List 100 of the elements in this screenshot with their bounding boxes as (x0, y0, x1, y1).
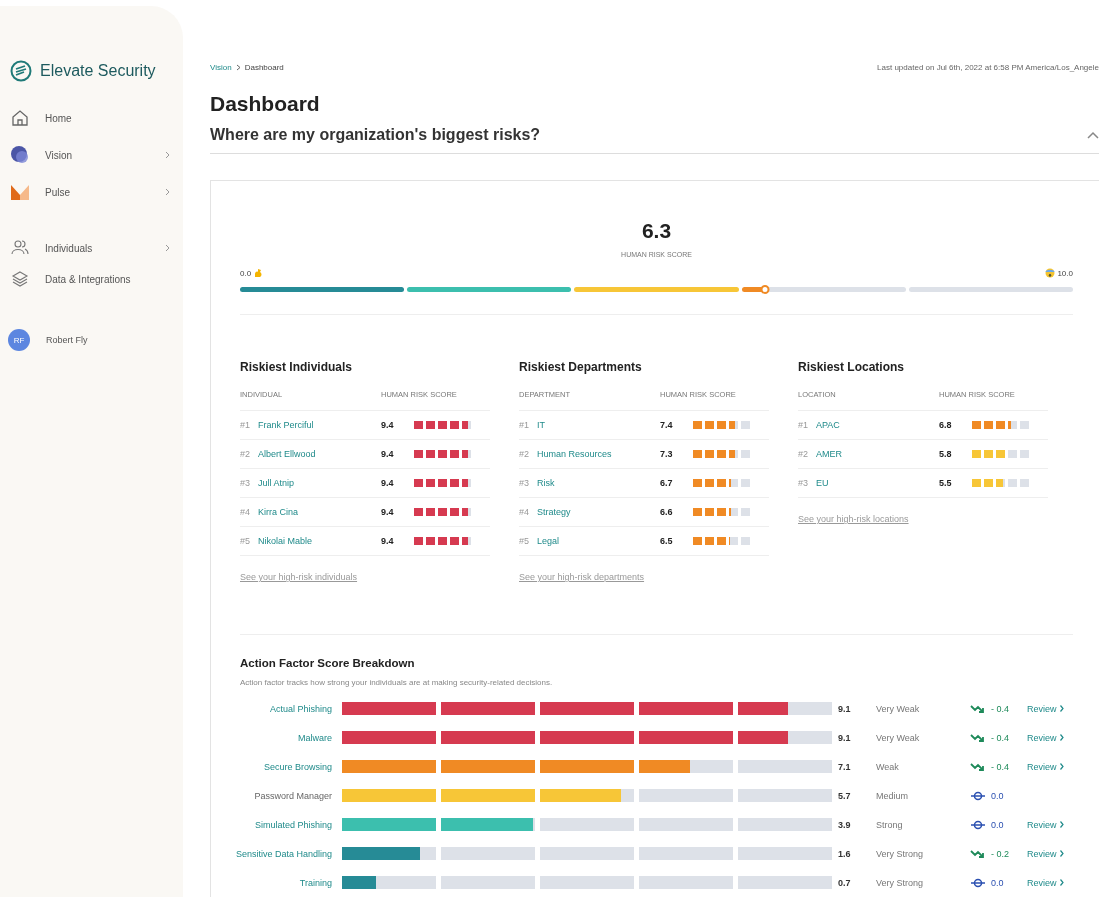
review-link[interactable]: Review (1027, 732, 1064, 743)
rank-text: #3 (519, 478, 529, 488)
score-text: 9.4 (381, 507, 395, 517)
name-link[interactable]: Strategy (537, 507, 571, 517)
name-link[interactable]: Nikolai Mable (258, 536, 313, 546)
score-text: 9.4 (381, 478, 395, 488)
score-text: 6.7 (660, 478, 674, 488)
trend-down-icon (970, 849, 986, 858)
rank-text: #3 (798, 478, 808, 488)
name-link[interactable]: AMER (816, 449, 843, 459)
circles-icon (10, 145, 30, 165)
rank-text: #5 (240, 536, 250, 546)
name-link[interactable]: APAC (816, 420, 840, 430)
trend-down-icon (970, 762, 986, 771)
trend-value: 0.0 (991, 819, 1004, 830)
review-link[interactable]: Review (1027, 703, 1064, 714)
name-link[interactable]: Human Resources (537, 449, 612, 459)
score-text: 5.7 (837, 790, 852, 801)
see-more-link[interactable]: See your high-risk locations (798, 514, 909, 524)
chevron-right-icon (1059, 734, 1064, 741)
factor-link[interactable]: Secure Browsing (210, 761, 332, 772)
factor-link[interactable]: Sensitive Data Handling (210, 848, 332, 859)
factor-link[interactable]: Actual Phishing (210, 703, 332, 714)
score-text: 1.6 (837, 848, 852, 859)
user-avatar: RF (8, 329, 30, 351)
rank-text: #1 (798, 420, 808, 430)
rating-text: Very Strong (876, 848, 925, 859)
brand-name: Elevate Security (40, 62, 156, 80)
trend-value: - 0.4 (991, 732, 1009, 743)
name-link[interactable]: EU (816, 478, 829, 488)
collapse-caret-icon[interactable] (1087, 131, 1099, 139)
rank-text: #3 (240, 478, 250, 488)
breadcrumb-link[interactable]: Vision (210, 62, 232, 72)
table-title: Riskiest Locations (798, 360, 906, 374)
review-link[interactable]: Review (1027, 848, 1064, 859)
name-link[interactable]: IT (537, 420, 545, 430)
table-title: Riskiest Individuals (240, 360, 354, 374)
score-text: 9.1 (837, 732, 852, 743)
rating-text: Very Strong (876, 877, 925, 888)
score-text: 0.7 (837, 877, 852, 888)
factor-link[interactable]: Simulated Phishing (210, 819, 332, 830)
trend-value: 0.0 (991, 877, 1004, 888)
sidebar-item[interactable]: Data & Integrations (0, 269, 183, 289)
score-text: 9.4 (381, 449, 395, 459)
rank-text: #4 (240, 507, 250, 517)
review-link[interactable]: Review (1027, 819, 1064, 830)
score-text: 6.8 (939, 420, 953, 430)
rank-text: #1 (519, 420, 529, 430)
home-icon (10, 108, 30, 128)
sidebar-item[interactable]: Pulse (0, 182, 183, 202)
score-text: 7.4 (660, 420, 674, 430)
sidebar-item[interactable]: Vision (0, 145, 183, 165)
risk-score-value: 6.3 (640, 219, 673, 243)
name-link[interactable]: Legal (537, 536, 560, 546)
score-text: 9.1 (837, 703, 852, 714)
trend-value: 0.0 (991, 790, 1004, 801)
breakdown-title: Action Factor Score Breakdown (240, 657, 416, 669)
name-link[interactable]: Frank Perciful (258, 420, 314, 430)
last-updated-text: Last updated on Jul 6th, 2022 at 6:58 PM America/Los_Angele (877, 62, 1099, 72)
sidebar-item[interactable]: Individuals (0, 238, 183, 258)
layers-icon (10, 269, 30, 289)
chevron-right-icon (1059, 850, 1064, 857)
review-link[interactable]: Review (1027, 761, 1064, 772)
score-text: 5.5 (939, 478, 953, 488)
flat-trend-icon (970, 877, 986, 888)
scared-face-icon (1045, 268, 1056, 278)
see-more-link[interactable]: See your high-risk departments (519, 572, 645, 582)
name-link[interactable]: Risk (537, 478, 555, 488)
breadcrumb-current: Dashboard (244, 62, 284, 72)
name-link[interactable]: Kirra Cina (258, 507, 299, 517)
name-link[interactable]: Jull Atnip (258, 478, 295, 488)
rank-text: #5 (519, 536, 529, 546)
rank-text: #2 (798, 449, 808, 459)
flat-trend-icon (970, 790, 986, 801)
factor-link[interactable]: Training (210, 877, 332, 888)
chevron-right-icon (165, 188, 171, 196)
scale-min: 0.0 (240, 268, 252, 278)
scale-max: 10.0 (1057, 268, 1073, 278)
rating-text: Medium (876, 790, 909, 801)
user-name[interactable]: Robert Fly (46, 335, 88, 345)
score-text: 9.4 (381, 420, 395, 430)
review-link[interactable]: Review (1027, 877, 1064, 888)
chevron-right-icon (1059, 705, 1064, 712)
table-title: Riskiest Departments (519, 360, 643, 374)
factor-link[interactable]: Malware (210, 732, 332, 743)
factor-label: Password Manager (253, 790, 332, 801)
name-link[interactable]: Albert Ellwood (258, 449, 316, 459)
chevron-right-icon (1059, 821, 1064, 828)
trend-value: - 0.4 (991, 703, 1009, 714)
trend-down-icon (970, 733, 986, 742)
chevron-right-icon (235, 63, 241, 71)
trend-value: - 0.4 (991, 761, 1009, 772)
sidebar-item[interactable]: Home (0, 108, 183, 128)
section-title: Where are my organization's biggest risks? (210, 126, 541, 144)
rank-text: #4 (519, 507, 529, 517)
rating-text: Very Weak (876, 703, 921, 714)
see-more-link[interactable]: See your high-risk individuals (240, 572, 358, 582)
chevron-right-icon (165, 151, 171, 159)
rating-text: Weak (876, 761, 900, 772)
logo-icon (10, 60, 32, 82)
